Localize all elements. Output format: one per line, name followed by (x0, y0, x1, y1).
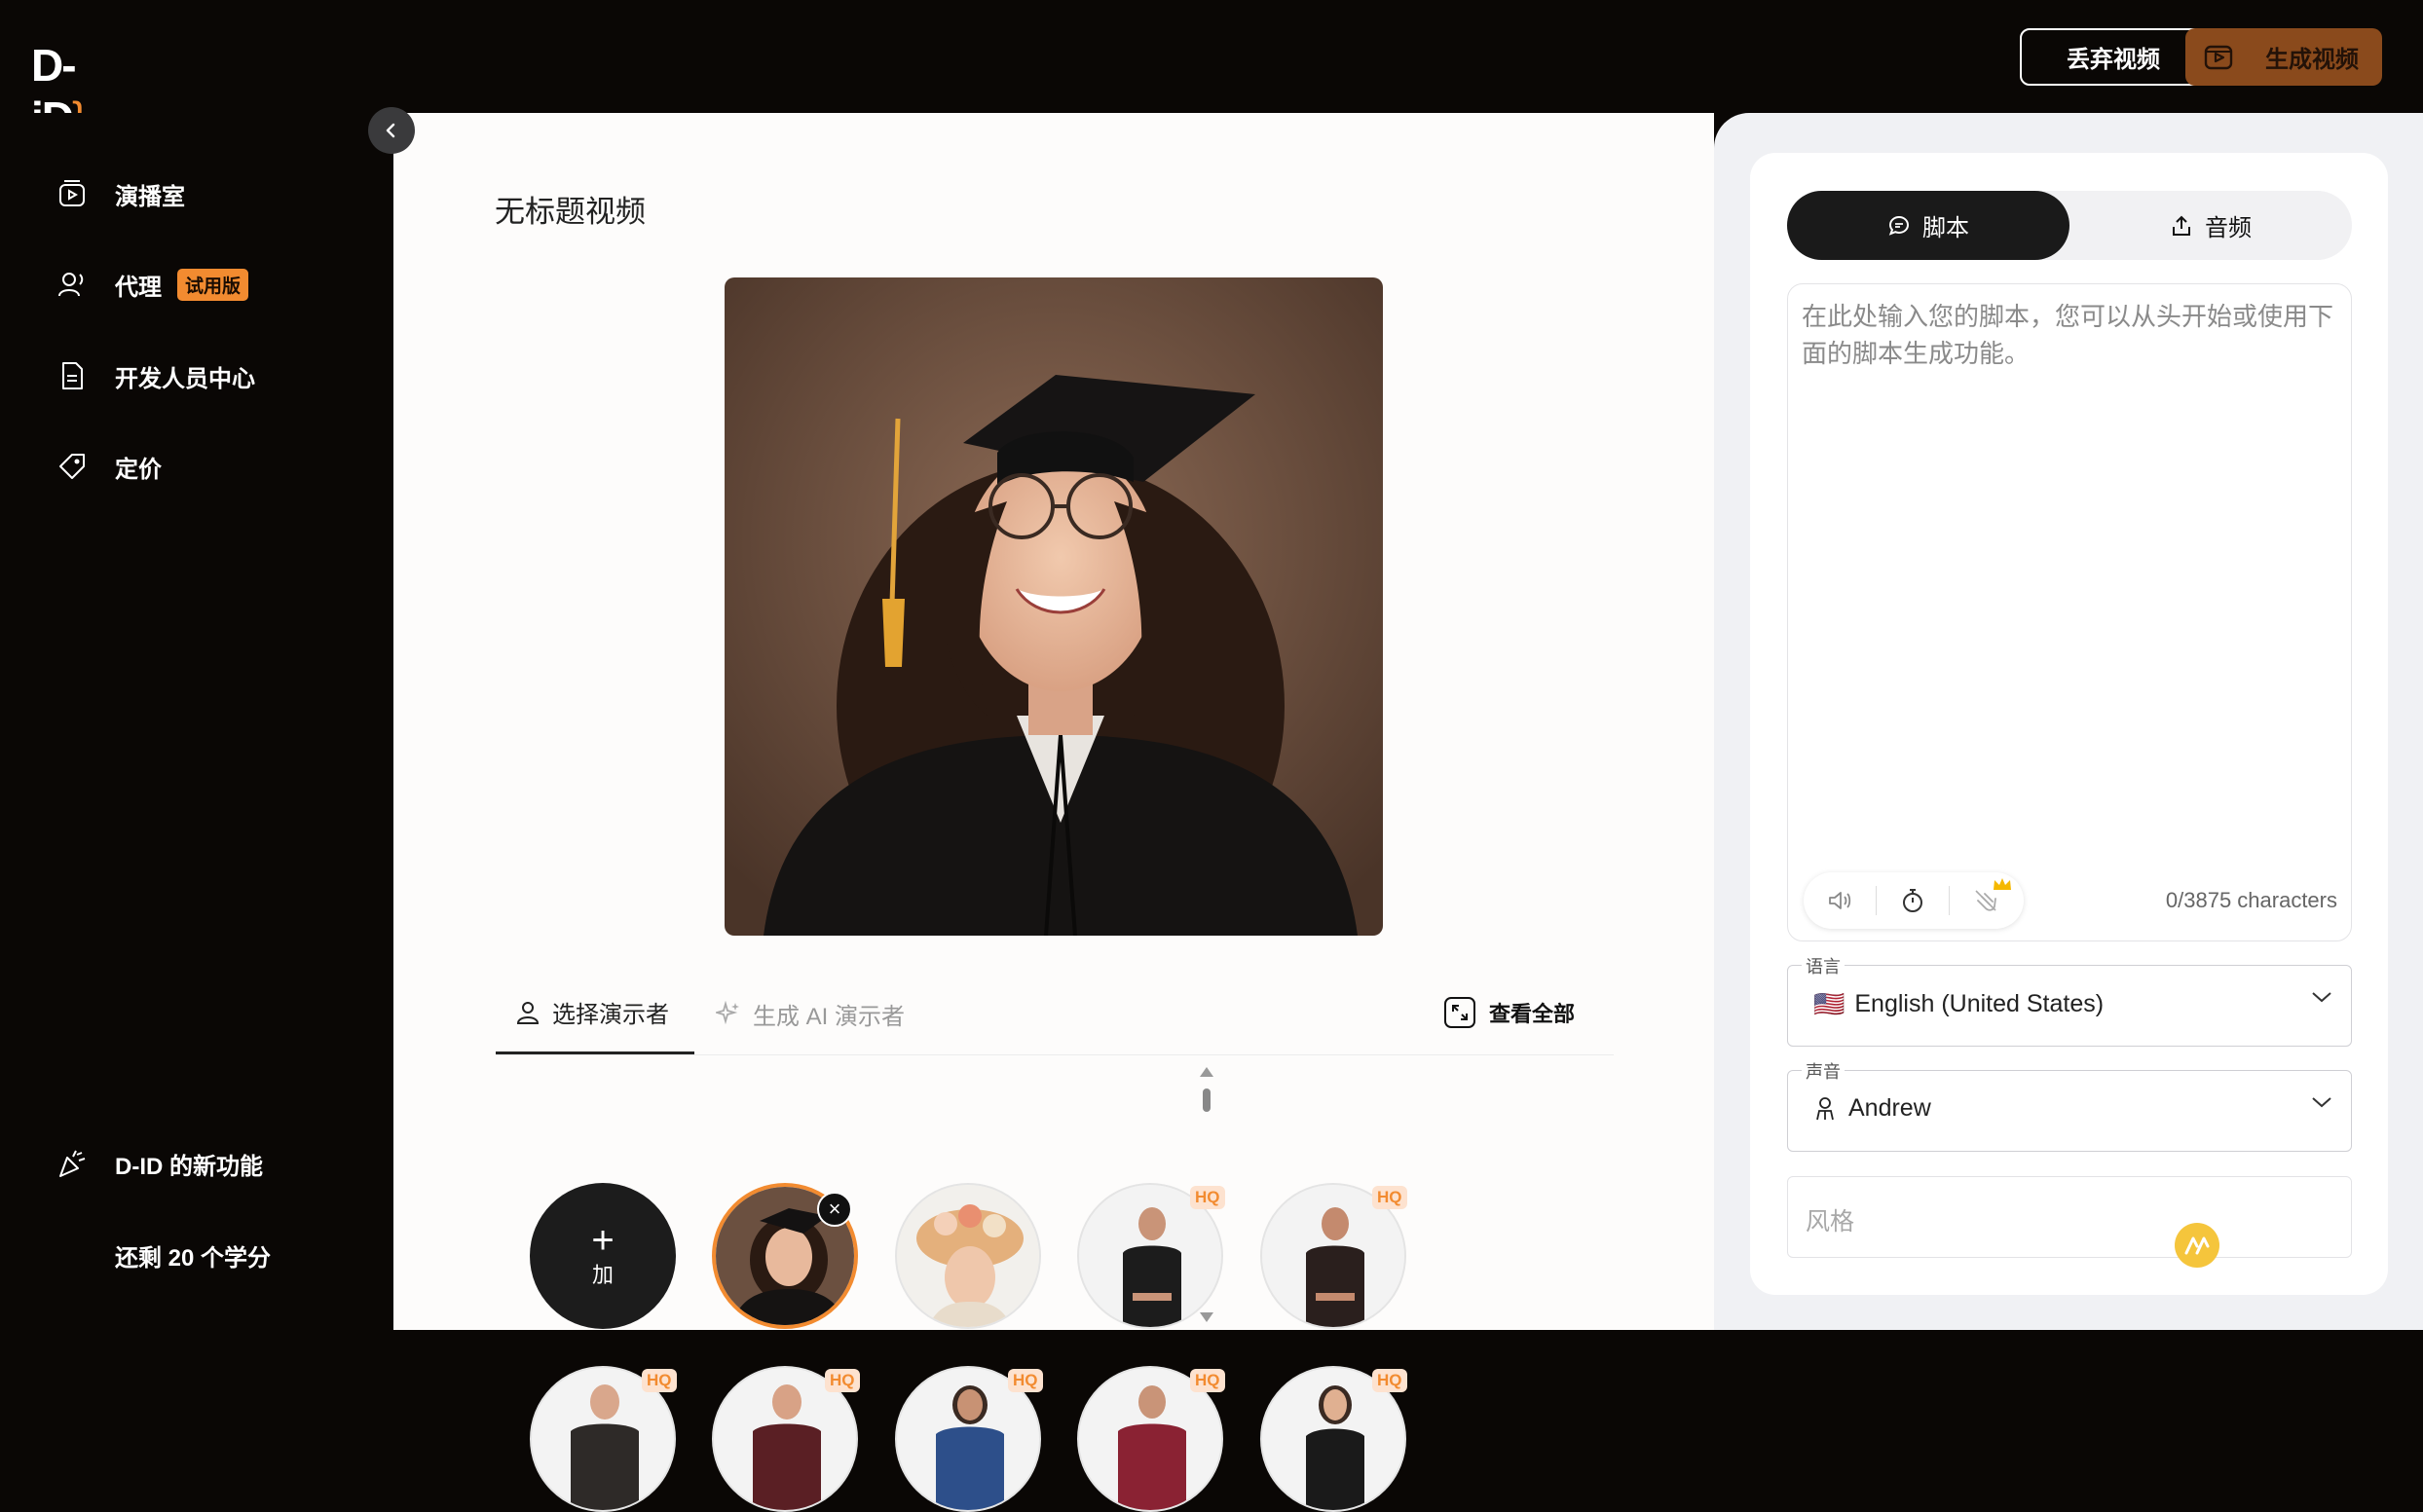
add-presenter-button[interactable]: + 加 (530, 1183, 676, 1329)
d-id-logo[interactable]: D-iD} (31, 39, 111, 143)
document-icon (55, 358, 90, 393)
script-audio-toggle: 脚本 音频 (1787, 191, 2352, 260)
hq-badge: HQ (642, 1369, 677, 1392)
person-icon (516, 1001, 540, 1024)
sidebar-item-pricing[interactable]: 定价 (55, 442, 162, 491)
hq-badge: HQ (825, 1369, 860, 1392)
upload-icon (2173, 215, 2190, 236)
voice-person-icon (1816, 1096, 1834, 1120)
credits-label: 还剩 20 个学分 (115, 1244, 272, 1272)
style-placeholder: 风格 (1806, 1208, 1855, 1235)
hq-badge: HQ (1008, 1369, 1043, 1392)
hq-badge: HQ (1190, 1186, 1225, 1209)
voice-label: 声音 (1802, 1058, 1845, 1084)
agents-icon (55, 267, 90, 302)
tab-label: 音频 (2205, 215, 2252, 241)
chevron-down-icon (2312, 992, 2331, 1003)
script-tools (1804, 872, 2024, 929)
chat-bubble-icon (1888, 215, 1910, 236)
tab-script[interactable]: 脚本 (1787, 191, 2069, 260)
tab-divider (496, 1054, 1614, 1055)
language-select[interactable]: 语言 🇺🇸 English (United States) (1787, 953, 2352, 1047)
tab-label: 脚本 (1922, 215, 1969, 241)
remove-presenter-button[interactable]: × (817, 1192, 852, 1227)
tab-generate-ai-presenter[interactable]: 生成 AI 演示者 (716, 973, 905, 1054)
speaker-icon (1829, 892, 1851, 909)
chevron-down-icon (2312, 1097, 2331, 1108)
sidebar-item-label: 定价 (115, 456, 162, 483)
tab-select-presenter[interactable]: 选择演示者 (496, 973, 694, 1054)
us-flag-icon: 🇺🇸 (1813, 989, 1845, 1018)
sidebar-item-studio[interactable]: 演播室 (55, 169, 185, 218)
script-textarea[interactable]: 在此处输入您的脚本，您可以从头开始或使用下面的脚本生成功能。 0/3875 ch… (1787, 283, 2352, 941)
expand-icon (1443, 997, 1475, 1028)
credits-remaining: 还剩 20 个学分 (115, 1231, 271, 1279)
video-icon (2204, 45, 2233, 70)
price-tag-icon (55, 449, 90, 484)
assistant-launcher-icon[interactable] (2175, 1223, 2219, 1268)
language-value: English (United States) (1854, 990, 2105, 1017)
top-bar: D-iD} 丢弃视频 生成视频 (0, 0, 2423, 143)
sidebar-item-label: 开发人员中心 (115, 365, 255, 392)
sidebar-item-label: 代理 (115, 274, 162, 301)
pause-timer-button[interactable] (1877, 872, 1949, 929)
tab-audio[interactable]: 音频 (2069, 191, 2352, 260)
script-placeholder: 在此处输入您的脚本，您可以从头开始或使用下面的脚本生成功能。 (1802, 302, 2334, 368)
generate-video-button[interactable]: 生成视频 (2185, 28, 2382, 86)
presenter-panel: 选择演示者 生成 AI 演示者 查看全部 + 加 × HQ HQ HQ HQ H… (496, 973, 1614, 1512)
main-workspace: 无标题视频 选择演示者 生成 AI 演示者 查看全部 + 加 × HQ HQ H… (393, 113, 1714, 1512)
party-popper-icon (55, 1146, 90, 1181)
studio-icon (55, 176, 90, 211)
style-input[interactable]: 风格 (1787, 1176, 2352, 1258)
voice-select[interactable]: 声音 Andrew (1787, 1058, 2352, 1152)
generate-video-label: 生成视频 (2265, 47, 2359, 73)
avatar-preview-image (725, 277, 1383, 936)
crown-icon (1994, 878, 2011, 890)
whats-new-label: D-ID 的新功能 (115, 1153, 263, 1180)
add-label: 加 (591, 1263, 614, 1287)
hq-badge: HQ (1372, 1369, 1407, 1392)
character-count: 0/3875 characters (2165, 888, 2337, 912)
hq-badge: HQ (1372, 1186, 1407, 1209)
sidebar-item-developer-center[interactable]: 开发人员中心 (55, 351, 255, 400)
sidebar-item-label: 演播室 (115, 183, 185, 210)
plus-icon: + (591, 1219, 615, 1262)
gesture-button[interactable] (1950, 872, 2022, 929)
page-title[interactable]: 无标题视频 (495, 187, 646, 231)
view-all-label: 查看全部 (1488, 1002, 1575, 1026)
voice-value: Andrew (1848, 1094, 1931, 1122)
hq-badge: HQ (1190, 1369, 1225, 1392)
speaker-button[interactable] (1804, 872, 1876, 929)
whats-new-link[interactable]: D-ID 的新功能 (55, 1139, 263, 1188)
view-all-button[interactable]: 查看全部 (1443, 990, 1575, 1035)
sidebar: 演播室 代理 试用版 开发人员中心 定价 D-ID 的新功能 还剩 20 个学分 (0, 113, 393, 1330)
language-label: 语言 (1802, 953, 1845, 978)
sparkle-icon (716, 1001, 739, 1025)
discard-video-button[interactable]: 丢弃视频 (2020, 28, 2207, 86)
collapse-sidebar-button[interactable] (368, 107, 415, 154)
sidebar-item-agents[interactable]: 代理 试用版 (55, 260, 249, 309)
trial-badge: 试用版 (177, 268, 249, 301)
tab-label: 生成 AI 演示者 (753, 1003, 906, 1030)
presenter-thumb-flower-girl[interactable] (895, 1183, 1041, 1329)
tab-label: 选择演示者 (552, 1002, 669, 1028)
close-icon: × (828, 1197, 841, 1221)
chevron-left-icon (386, 123, 395, 138)
stopwatch-icon (1903, 889, 1922, 912)
